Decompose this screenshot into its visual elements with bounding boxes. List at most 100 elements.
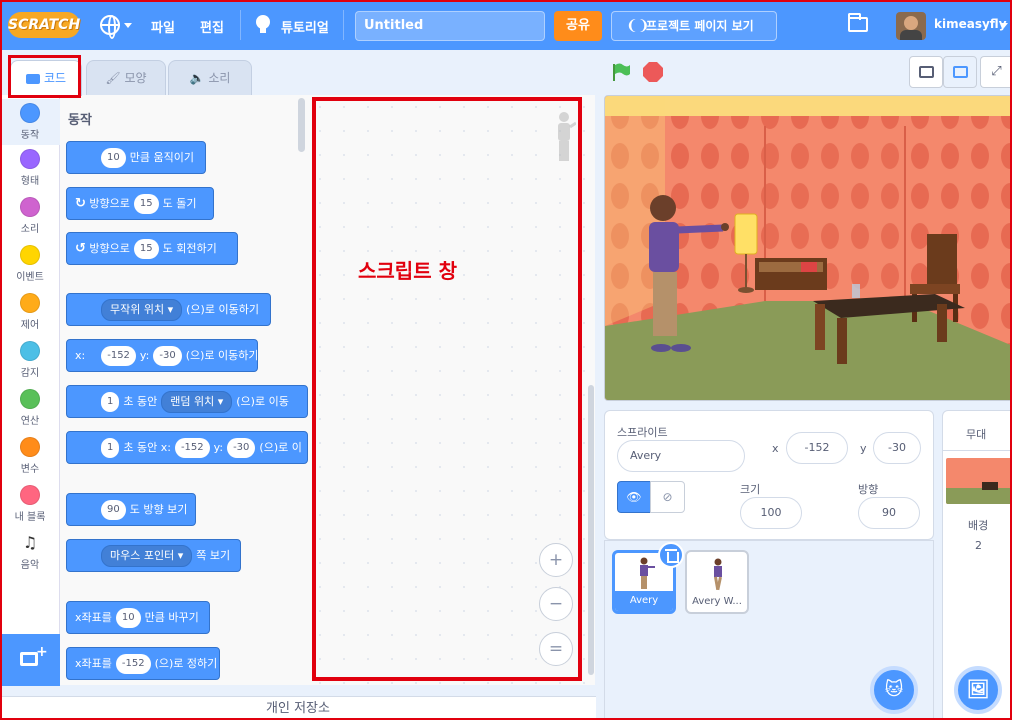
file-menu[interactable]: 파일 (151, 17, 175, 36)
category-label: 동작 (20, 130, 40, 141)
sprite-thumb-name: Avery W... (692, 596, 742, 607)
tutorials-bulb-icon[interactable] (256, 15, 270, 33)
my-stuff-folder-icon[interactable] (848, 13, 868, 32)
block-text: 만큼 바꾸기 (144, 611, 199, 624)
block-text: 쪽 보기 (196, 549, 231, 562)
sprite-thumbnail-avery-walking[interactable]: Avery W... (685, 550, 749, 614)
chevron-down-icon[interactable] (124, 23, 132, 28)
category-dot-icon (20, 485, 40, 505)
x-label: x (772, 442, 779, 455)
y-position-field[interactable]: -30 (873, 432, 921, 464)
block-dropdown[interactable]: 무작위 위치 ▾ (101, 299, 183, 321)
category-dot-icon (20, 103, 40, 123)
block-point-direction[interactable]: 90 도 방향 보기 (66, 493, 196, 526)
category-sound[interactable]: 소리 (0, 197, 60, 235)
block-goto[interactable]: 무작위 위치 ▾ (으)로 이동하기 (66, 293, 271, 326)
project-title-input[interactable]: Untitled (355, 11, 545, 41)
category-operators[interactable]: 연산 (0, 389, 60, 427)
stop-icon[interactable] (643, 62, 663, 82)
category-my-blocks[interactable]: 내 블록 (0, 485, 60, 523)
block-turn-left[interactable]: ↺ 방향으로 15 도 회전하기 (66, 232, 238, 265)
category-events[interactable]: 이벤트 (0, 245, 60, 283)
block-glide-xy[interactable]: 1초 동안 x: -152 y: -30 (으)로 이 (66, 431, 308, 464)
dropdown-value: 무작위 위치 (110, 303, 165, 316)
sprite-name-field[interactable]: Avery (617, 440, 745, 472)
palette-scrollbar[interactable] (298, 98, 305, 152)
category-label: 음악 (20, 560, 40, 571)
stage-backdrop (605, 96, 1011, 400)
block-input[interactable]: 1 (101, 392, 120, 412)
category-sensing[interactable]: 감지 (0, 341, 60, 379)
normal-stage-button[interactable] (943, 56, 977, 88)
block-input[interactable]: -152 (115, 654, 151, 674)
block-dropdown[interactable]: 마우스 포인터 ▾ (101, 545, 193, 567)
block-point-towards[interactable]: 마우스 포인터 ▾ 쪽 보기 (66, 539, 241, 572)
block-input[interactable]: -30 (227, 438, 256, 458)
avatar[interactable] (896, 12, 926, 40)
fullscreen-button[interactable]: ⤢ (980, 56, 1012, 88)
tab-costumes[interactable]: 🖌 모양 (86, 60, 166, 96)
y-label: y (860, 442, 867, 455)
tutorials-menu[interactable]: 튜토리얼 (281, 17, 329, 36)
add-backdrop-button[interactable]: 🖼 (954, 666, 1002, 714)
username[interactable]: kimeasyfly (934, 17, 1007, 31)
block-input[interactable]: 1 (101, 438, 120, 458)
dropdown-value: 랜덤 위치 (170, 395, 215, 408)
zoom-out-icon[interactable]: − (539, 587, 573, 621)
block-input[interactable]: 15 (133, 194, 159, 214)
category-label: 이벤트 (16, 272, 44, 283)
backdrop-thumbnail[interactable] (946, 458, 1012, 504)
block-input[interactable]: -30 (153, 346, 182, 366)
sprite-thumb-image (714, 558, 722, 591)
block-input[interactable]: -152 (101, 346, 136, 366)
block-input[interactable]: 15 (133, 239, 159, 259)
code-tab-highlight (8, 55, 81, 98)
block-text: 방향으로 (89, 197, 130, 210)
block-input[interactable]: 10 (101, 148, 126, 168)
block-dropdown[interactable]: 랜덤 위치 ▾ (161, 391, 233, 413)
small-stage-button[interactable] (909, 56, 943, 88)
language-globe-icon[interactable] (100, 15, 120, 39)
hide-sprite-toggle[interactable]: ⊘ (650, 481, 685, 513)
block-goto-xy[interactable]: x: -152 y: -30 (으)로 이동하기 (66, 339, 258, 372)
block-glide-to[interactable]: 1초 동안 랜덤 위치 ▾ (으)로 이동 (66, 385, 308, 418)
block-move-steps[interactable]: 10 만큼 움직이기 (66, 141, 206, 174)
category-looks[interactable]: 형태 (0, 149, 60, 187)
block-input[interactable]: -152 (174, 438, 210, 458)
block-input[interactable]: 10 (115, 608, 141, 628)
menu-bar: SCRATCH 파일 편집 튜토리얼 Untitled 공유 ❨❩ 프로젝트 페이… (0, 0, 1012, 50)
add-extension-button[interactable]: + (0, 634, 60, 686)
category-music[interactable]: ♫ 음악 (0, 533, 60, 571)
delete-sprite-trash-icon[interactable] (658, 542, 684, 568)
edit-menu[interactable]: 편집 (200, 17, 224, 36)
stage-canvas[interactable] (604, 95, 1012, 401)
backdrops-label: 배경 (968, 519, 989, 532)
tab-sounds[interactable]: 🔈 소리 (168, 60, 252, 96)
scratch-logo[interactable]: SCRATCH (8, 12, 80, 38)
script-scrollbar[interactable] (588, 385, 594, 675)
category-motion[interactable]: 동작 (0, 99, 60, 145)
category-dot-icon (20, 341, 40, 361)
backpack-header[interactable]: 개인 저장소 (0, 696, 596, 720)
share-button[interactable]: 공유 (554, 11, 602, 41)
block-text: 도 회전하기 (162, 242, 217, 255)
show-sprite-toggle[interactable]: 👁 (617, 481, 651, 513)
stage-pane-title: 무대 (966, 428, 987, 441)
category-control[interactable]: 제어 (0, 293, 60, 331)
category-variables[interactable]: 변수 (0, 437, 60, 475)
zoom-reset-icon[interactable]: = (539, 632, 573, 666)
green-flag-icon[interactable] (611, 62, 631, 82)
block-input[interactable]: 90 (101, 500, 126, 520)
chevron-down-icon[interactable] (1000, 23, 1008, 28)
size-field[interactable]: 100 (740, 497, 802, 529)
block-change-x[interactable]: x좌표를 10 만큼 바꾸기 (66, 601, 210, 634)
block-set-x[interactable]: x좌표를 -152 (으)로 정하기 (66, 647, 220, 680)
see-project-page-button[interactable]: ❨❩ 프로젝트 페이지 보기 (611, 11, 777, 41)
block-turn-right[interactable]: ↻ 방향으로 15 도 돌기 (66, 187, 214, 220)
add-sprite-button[interactable]: 🐱 (870, 666, 918, 714)
image-plus-icon: 🖼 (966, 679, 990, 700)
zoom-in-icon[interactable]: + (539, 543, 573, 577)
category-label: 연산 (20, 416, 40, 427)
x-position-field[interactable]: -152 (786, 432, 848, 464)
direction-field[interactable]: 90 (858, 497, 920, 529)
